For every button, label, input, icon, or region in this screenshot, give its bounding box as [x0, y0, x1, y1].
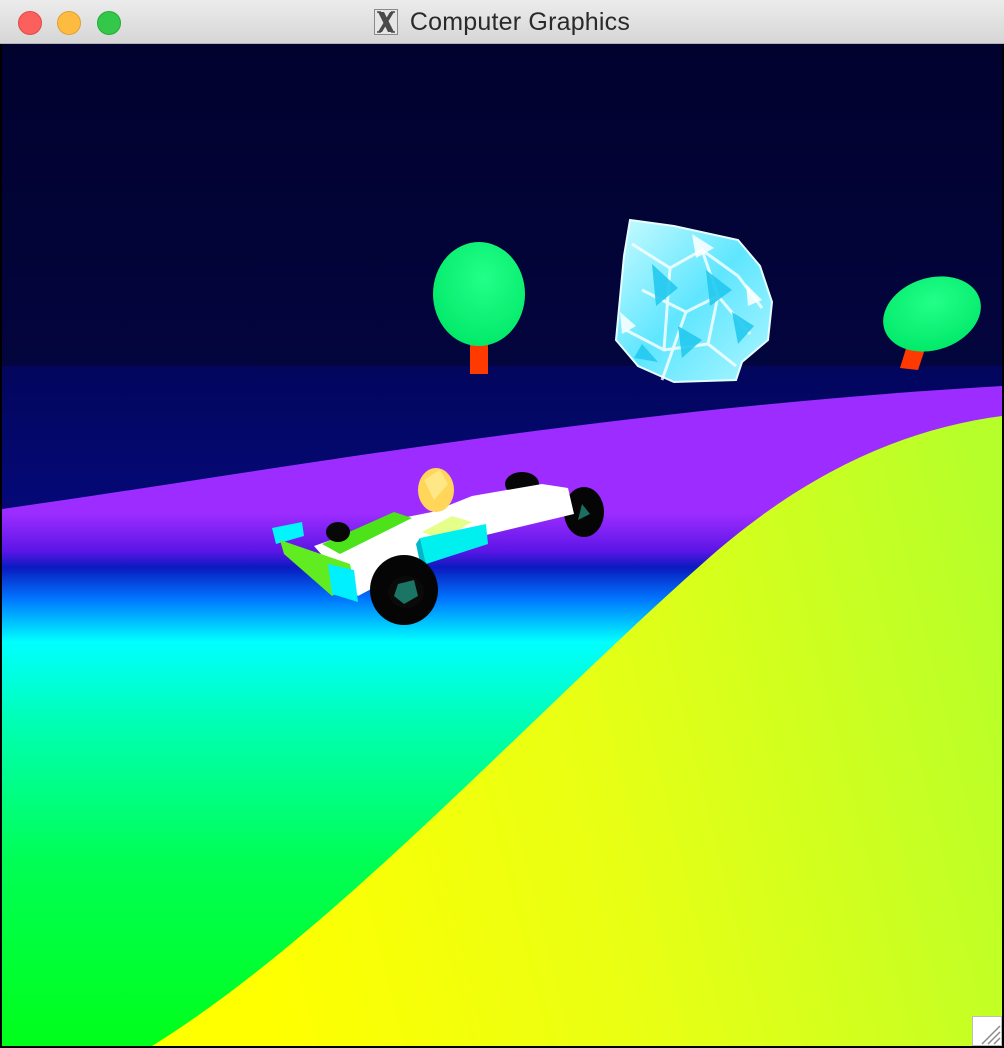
tree-foliage — [433, 242, 525, 346]
title-bar[interactable]: Computer Graphics — [0, 0, 1004, 44]
x11-icon — [373, 9, 398, 35]
app-window: Computer Graphics — [0, 0, 1004, 1048]
tree-trunk — [470, 344, 488, 374]
wheel-front-right — [326, 522, 350, 542]
window-title: Computer Graphics — [409, 7, 631, 36]
resize-grip-icon[interactable] — [972, 1016, 1002, 1046]
opengl-viewport[interactable] — [2, 44, 1002, 1046]
title-area: Computer Graphics — [0, 0, 1004, 44]
